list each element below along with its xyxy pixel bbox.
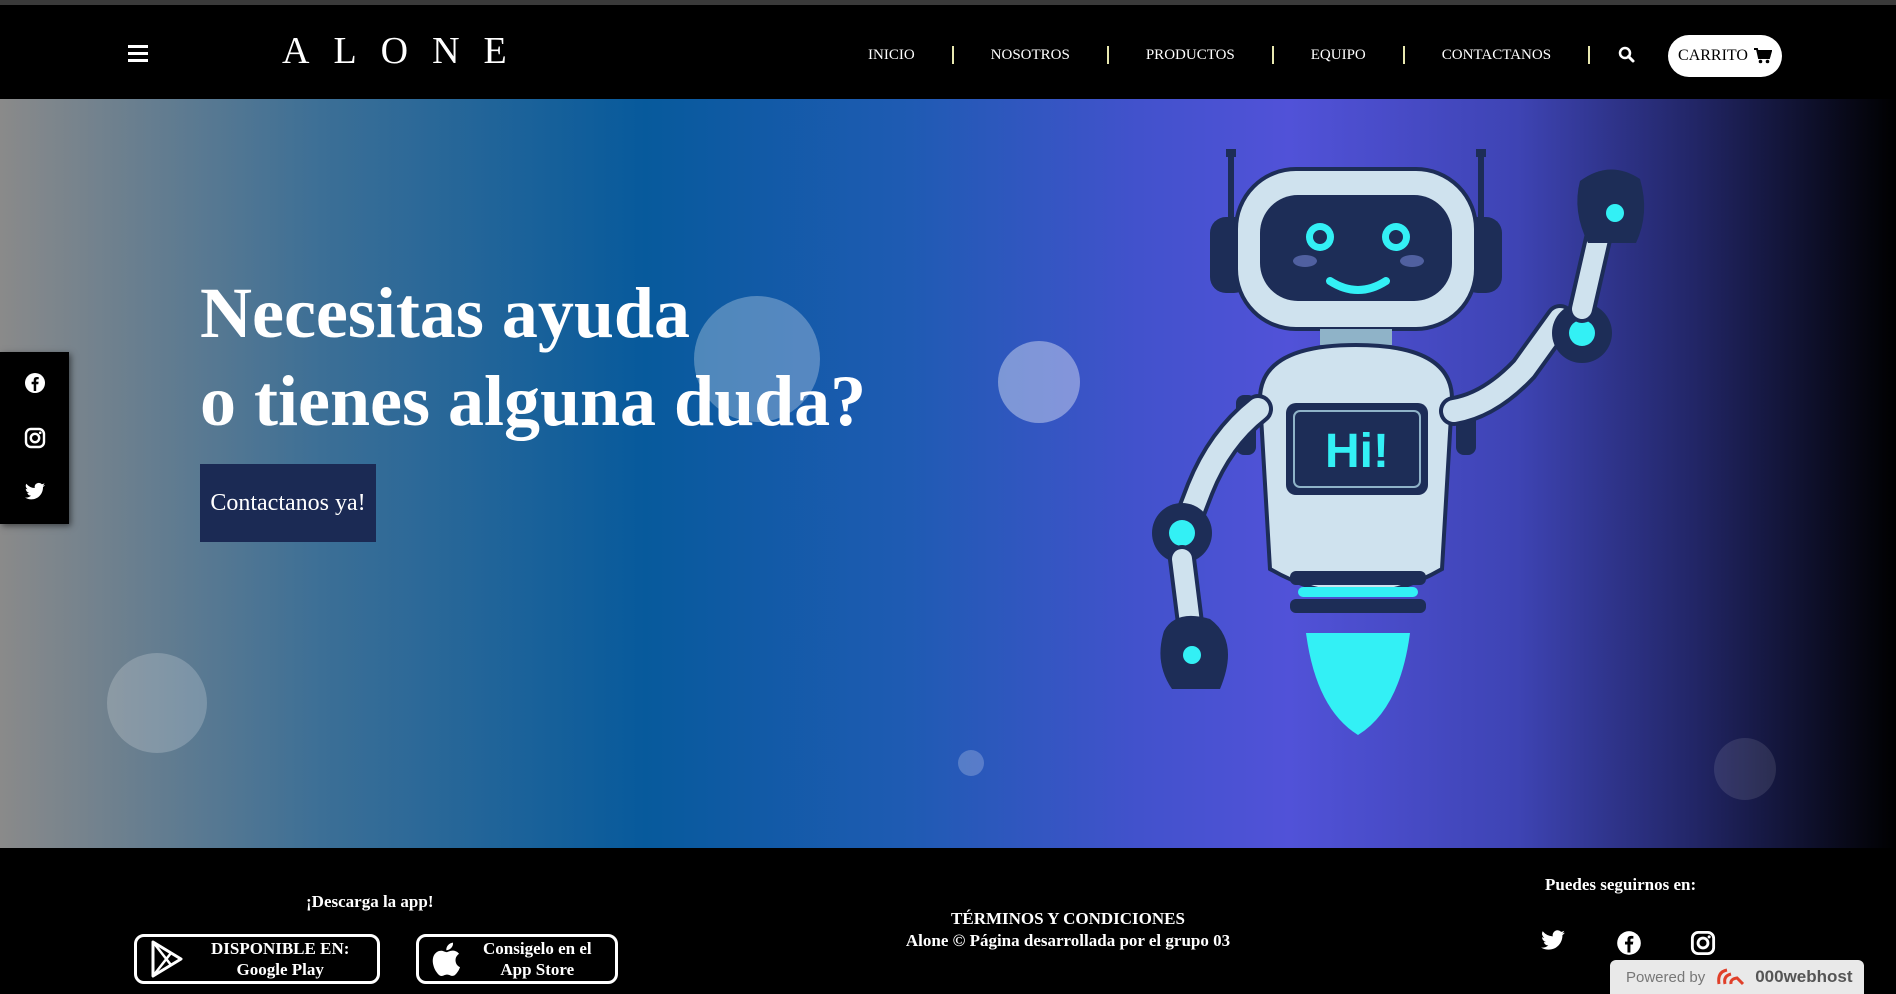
instagram-icon[interactable]: [24, 427, 46, 449]
webhost-logo-icon: [1717, 968, 1745, 986]
social-sidebar: [0, 352, 69, 524]
menu-icon[interactable]: [128, 45, 148, 63]
app-store-line2: App Store: [500, 960, 575, 979]
nav-divider: [1588, 46, 1591, 64]
nav-contactanos[interactable]: CONTACTANOS: [1405, 43, 1588, 67]
apple-icon: [432, 942, 460, 977]
footer-instagram-icon[interactable]: [1690, 930, 1716, 956]
hero-title-line1: Necesitas ayuda: [200, 273, 690, 353]
google-play-button[interactable]: DISPONIBLE EN: Google Play: [134, 934, 380, 984]
hero-banner: Necesitas ayuda o tienes alguna duda? Co…: [0, 99, 1896, 848]
hero-title: Necesitas ayuda o tienes alguna duda?: [200, 269, 866, 445]
site-logo[interactable]: ALONE: [282, 29, 531, 73]
decor-bubble: [1714, 738, 1776, 800]
main-nav: INICIO NOSOTROS PRODUCTOS EQUIPO CONTACT…: [848, 43, 1591, 67]
app-store-line1: Consigelo en el: [483, 939, 592, 958]
cart-button[interactable]: CARRITO: [1668, 35, 1782, 77]
app-store-button[interactable]: Consigelo en el App Store: [416, 934, 618, 984]
credit-text: Alone © Página desarrollada por el grupo…: [905, 931, 1231, 950]
facebook-icon[interactable]: [24, 372, 46, 394]
footer-twitter-icon[interactable]: [1540, 930, 1566, 956]
powered-prefix: Powered by: [1626, 968, 1706, 986]
twitter-icon[interactable]: [24, 482, 46, 504]
google-play-icon: [151, 940, 183, 978]
nav-inicio[interactable]: INICIO: [848, 43, 952, 67]
contact-cta-button[interactable]: Contactanos ya!: [200, 464, 376, 542]
decor-bubble: [998, 341, 1080, 423]
google-play-line2: Google Play: [236, 960, 324, 979]
nav-nosotros[interactable]: NOSOTROS: [954, 43, 1107, 67]
terms-link[interactable]: TÉRMINOS Y CONDICIONES: [880, 908, 1256, 930]
powered-brand: 000webhost: [1755, 967, 1853, 986]
robot-illustration: Hi!: [1152, 149, 1645, 735]
cart-icon: [1753, 48, 1772, 64]
site-header: ALONE INICIO NOSOTROS PRODUCTOS EQUIPO C…: [0, 5, 1896, 99]
search-icon[interactable]: [1618, 46, 1636, 64]
decor-bubble: [958, 750, 984, 776]
cart-label: CARRITO: [1678, 47, 1748, 64]
nav-productos[interactable]: PRODUCTOS: [1109, 43, 1272, 67]
google-play-line1: DISPONIBLE EN:: [211, 939, 350, 958]
decor-bubble: [107, 653, 207, 753]
robot-badge-text: Hi!: [1325, 425, 1389, 478]
powered-by-badge[interactable]: Powered by 000webhost: [1610, 960, 1864, 994]
follow-title: Puedes seguirnos en:: [1545, 875, 1697, 894]
footer-legal: TÉRMINOS Y CONDICIONES Alone © Página de…: [880, 908, 1256, 952]
download-title: ¡Descarga la app!: [306, 892, 434, 911]
site-footer: ¡Descarga la app! DISPONIBLE EN: Google …: [0, 848, 1896, 994]
footer-facebook-icon[interactable]: [1616, 930, 1642, 956]
nav-equipo[interactable]: EQUIPO: [1274, 43, 1403, 67]
hero-title-line2: o tienes alguna duda?: [200, 361, 867, 441]
